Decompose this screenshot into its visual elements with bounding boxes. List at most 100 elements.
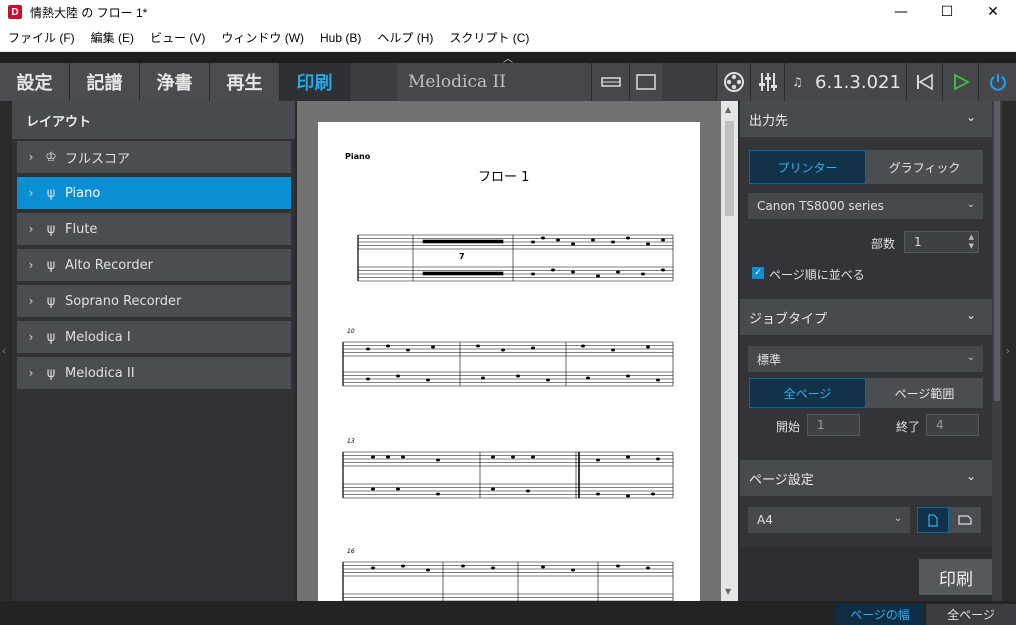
toolbar-collapse-strip[interactable]: ︿ [0, 52, 1016, 65]
copies-value: 1 [914, 235, 922, 249]
menu-edit[interactable]: 編集 (E) [91, 29, 134, 46]
all-pages-toggle[interactable]: 全ページ [749, 378, 866, 408]
note-heads [366, 236, 665, 572]
scrollbar-thumb[interactable] [994, 101, 1000, 401]
page-view-icon[interactable] [591, 63, 629, 101]
stepper-icon[interactable]: ▲ ▼ [969, 233, 974, 251]
printer-toggle[interactable]: プリンター [749, 150, 866, 184]
section-title: 出力先 [749, 113, 789, 129]
galley-view-icon[interactable] [629, 63, 662, 101]
chevron-left-icon[interactable]: ‹ [2, 346, 6, 357]
chevron-right-icon[interactable]: › [21, 222, 41, 236]
printer-name: Canon TS8000 series [757, 199, 884, 213]
tab-engrave[interactable]: 浄書 [140, 63, 210, 101]
part-icon: ψ [46, 365, 56, 381]
layout-item-alto-recorder[interactable]: › ψ Alto Recorder [17, 249, 291, 281]
chevron-right-icon[interactable]: › [21, 294, 41, 308]
part-icon: ψ [46, 185, 56, 201]
chevron-down-icon[interactable]: ▼ [725, 587, 731, 596]
output-section-header[interactable]: 出力先 ⌄ [740, 101, 992, 137]
layout-label: Melodica II [65, 365, 135, 381]
tab-play[interactable]: 再生 [210, 63, 280, 101]
start-input[interactable]: 1 [807, 414, 860, 436]
window-title: 情熱大陸 の フロー 1* [30, 5, 148, 20]
page-width-button[interactable]: ページの幅 [836, 604, 924, 625]
layout-label: Flute [65, 221, 98, 237]
chevron-down-icon[interactable]: ⌄ [966, 110, 976, 124]
paper-size-select[interactable]: A4 ⌄ [748, 507, 910, 533]
layout-item-soprano-recorder[interactable]: › ψ Soprano Recorder [17, 285, 291, 317]
app-logo-icon: D [8, 5, 22, 19]
print-preview[interactable]: Piano フロー 1 10 13 16 7 ▲ ▼ [297, 101, 738, 602]
menu-help[interactable]: ヘルプ (H) [377, 29, 433, 46]
chevron-right-icon[interactable]: › [21, 330, 41, 344]
copies-input[interactable]: 1 ▲ ▼ [904, 231, 979, 253]
layout-label: Piano [65, 185, 101, 201]
layout-item-full-score[interactable]: › ♔ フルスコア [17, 141, 291, 173]
chevron-right-icon[interactable]: › [1006, 346, 1010, 357]
menu-window[interactable]: ウィンドウ (W) [221, 29, 304, 46]
printer-select[interactable]: Canon TS8000 series ⌄ [748, 193, 983, 219]
maximize-button[interactable]: ☐ [924, 0, 970, 24]
score-page: Piano フロー 1 10 13 16 7 [318, 122, 700, 602]
chevron-down-icon: ⌄ [893, 513, 902, 524]
chevron-right-icon[interactable]: › [21, 150, 41, 164]
layout-item-melodica-2[interactable]: › ψ Melodica II [17, 357, 291, 389]
power-icon[interactable] [978, 63, 1016, 101]
menu-hub[interactable]: Hub (B) [320, 31, 361, 45]
layout-item-piano[interactable]: › ψ Piano [17, 177, 291, 209]
chevron-down-icon: ⌄ [966, 199, 975, 210]
left-panel-toggle[interactable]: ‹ [0, 101, 12, 601]
minimize-button[interactable]: — [878, 0, 924, 24]
landscape-icon[interactable] [949, 507, 981, 533]
job-section-header[interactable]: ジョブタイプ ⌄ [740, 299, 992, 335]
menu-view[interactable]: ビュー (V) [150, 29, 205, 46]
project-title: Melodica II [397, 63, 591, 101]
tab-print[interactable]: 印刷 [280, 63, 350, 101]
tab-setup[interactable]: 設定 [0, 63, 70, 101]
menu-bar: ファイル (F) 編集 (E) ビュー (V) ウィンドウ (W) Hub (B… [0, 24, 1016, 52]
system-number: 13 [347, 438, 355, 445]
print-options-panel: 出力先 ⌄ プリンター グラフィック Canon TS8000 series ⌄… [740, 101, 993, 601]
collate-checkbox[interactable]: ✓ [752, 267, 764, 279]
main-toolbar: 設定 記譜 浄書 再生 印刷 Melodica II ♫ 6.1.3.021 [0, 63, 1016, 101]
page-setup-section-header[interactable]: ページ設定 ⌄ [740, 460, 992, 496]
start-label: 開始 [776, 420, 801, 434]
all-pages-button[interactable]: 全ページ [926, 604, 1016, 625]
preview-scrollbar[interactable]: ▲ ▼ [721, 101, 738, 601]
title-bar: D 情熱大陸 の フロー 1* — ☐ ✕ [0, 0, 1016, 24]
chevron-right-icon[interactable]: › [21, 258, 41, 272]
chevron-up-icon[interactable]: ▲ [725, 105, 731, 114]
rewind-icon[interactable] [906, 63, 942, 101]
music-note-icon[interactable]: ♫ [784, 63, 810, 101]
video-icon[interactable] [716, 63, 750, 101]
graphic-toggle[interactable]: グラフィック [866, 150, 983, 184]
end-input[interactable]: 4 [926, 414, 979, 436]
system-number: 10 [347, 328, 355, 335]
collate-label: ページ順に並べる [769, 268, 865, 282]
menu-script[interactable]: スクリプト (C) [449, 29, 529, 46]
right-panel-toggle[interactable]: › [1002, 101, 1016, 601]
layouts-header: レイアウト [12, 101, 295, 139]
part-icon: ψ [46, 257, 56, 273]
chevron-down-icon[interactable]: ⌄ [966, 308, 976, 322]
end-label: 終了 [896, 420, 921, 434]
play-icon[interactable] [942, 63, 978, 101]
page-range-toggle[interactable]: ページ範囲 [866, 378, 983, 408]
close-button[interactable]: ✕ [970, 0, 1016, 24]
chevron-right-icon[interactable]: › [21, 186, 41, 200]
chevron-down-icon[interactable]: ⌄ [966, 469, 976, 483]
mixer-icon[interactable] [750, 63, 784, 101]
layout-item-flute[interactable]: › ψ Flute [17, 213, 291, 245]
tab-write[interactable]: 記譜 [70, 63, 140, 101]
layouts-panel: レイアウト › ♔ フルスコア › ψ Piano › ψ Flute › ψ … [12, 101, 295, 601]
print-button[interactable]: 印刷 [919, 559, 993, 595]
options-scrollbar[interactable] [992, 101, 1002, 601]
job-type-select[interactable]: 標準 ⌄ [748, 346, 983, 372]
layout-item-melodica-1[interactable]: › ψ Melodica I [17, 321, 291, 353]
scrollbar-thumb[interactable] [725, 121, 734, 216]
menu-file[interactable]: ファイル (F) [8, 29, 75, 46]
portrait-icon[interactable] [917, 507, 949, 533]
chevron-right-icon[interactable]: › [21, 366, 41, 380]
system-4 [342, 561, 674, 602]
